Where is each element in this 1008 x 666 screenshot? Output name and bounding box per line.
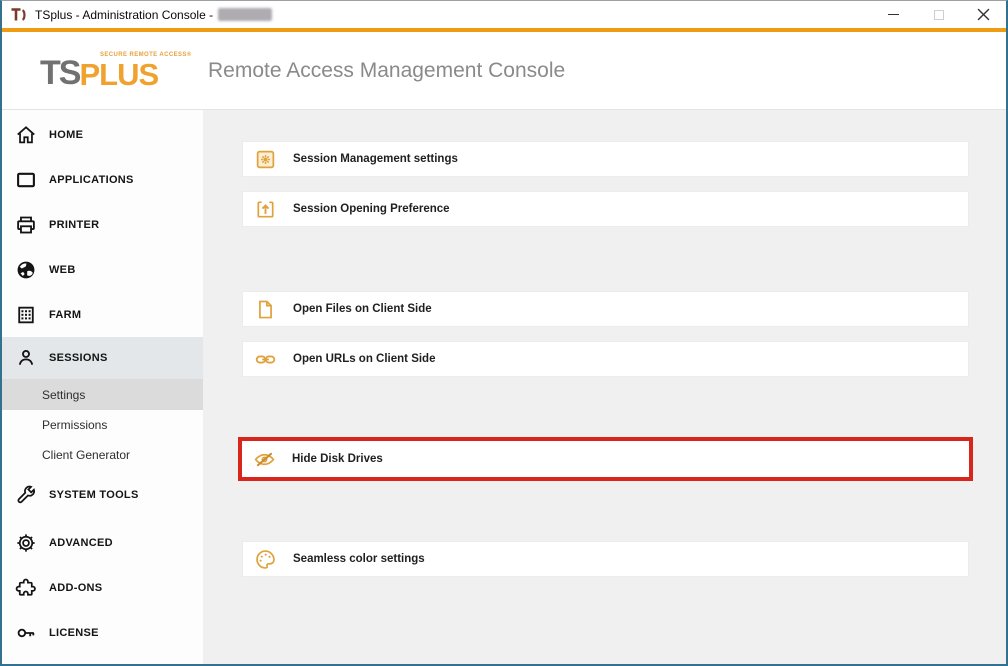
window-title: TSplus - Administration Console - bbox=[35, 8, 213, 22]
subitem-label: Permissions bbox=[42, 418, 107, 432]
sidebar-item-farm[interactable]: FARM bbox=[2, 292, 203, 337]
button-label: Open URLs on Client Side bbox=[293, 353, 435, 365]
eye-off-icon bbox=[253, 448, 276, 471]
globe-icon bbox=[15, 259, 37, 281]
session-opening-preference-button[interactable]: Session Opening Preference bbox=[242, 191, 969, 227]
minimize-icon bbox=[888, 14, 899, 15]
minimize-button[interactable] bbox=[871, 1, 916, 28]
sidebar-subitem-permissions[interactable]: Permissions bbox=[2, 410, 203, 440]
app-window: TSplus - Administration Console - SECURE… bbox=[0, 0, 1008, 666]
sidebar-item-label: ADD-ONS bbox=[49, 582, 102, 594]
sidebar-item-sessions[interactable]: SESSIONS bbox=[2, 337, 203, 379]
wrench-icon bbox=[15, 484, 37, 506]
session-management-settings-button[interactable]: Session Management settings bbox=[242, 141, 969, 177]
close-icon bbox=[977, 8, 990, 21]
subitem-label: Client Generator bbox=[42, 448, 130, 462]
sidebar-item-label: PRINTER bbox=[49, 219, 99, 231]
button-label: Session Opening Preference bbox=[293, 203, 450, 215]
sidebar-item-applications[interactable]: APPLICATIONS bbox=[2, 157, 203, 202]
sidebar-item-license[interactable]: LICENSE bbox=[2, 610, 203, 655]
sidebar-item-web[interactable]: WEB bbox=[2, 247, 203, 292]
logo-ts: TS bbox=[40, 56, 79, 90]
sidebar-subitem-client-generator[interactable]: Client Generator bbox=[2, 440, 203, 470]
redacted-server-name bbox=[218, 8, 272, 21]
sidebar: HOME APPLICATIONS PRINTER bbox=[2, 110, 203, 665]
tsplus-logo: SECURE REMOTE ACCESS® TS PLUS bbox=[40, 49, 190, 93]
gear-square-icon bbox=[254, 148, 277, 171]
sidebar-item-label: HOME bbox=[49, 129, 83, 141]
sidebar-item-label: SESSIONS bbox=[49, 352, 108, 364]
palette-icon bbox=[254, 548, 277, 571]
sidebar-item-label: LICENSE bbox=[49, 627, 99, 639]
link-icon bbox=[254, 348, 277, 371]
logo-plus: PLUS bbox=[79, 59, 158, 90]
subitem-label: Settings bbox=[42, 388, 85, 402]
button-label: Session Management settings bbox=[293, 153, 458, 165]
maximize-icon bbox=[934, 10, 944, 20]
sidebar-item-system-tools[interactable]: SYSTEM TOOLS bbox=[2, 470, 203, 520]
home-icon bbox=[15, 124, 37, 146]
seamless-color-settings-button[interactable]: Seamless color settings bbox=[242, 541, 969, 577]
close-button[interactable] bbox=[961, 1, 1006, 28]
sidebar-item-label: SYSTEM TOOLS bbox=[49, 489, 139, 501]
printer-icon bbox=[15, 214, 37, 236]
titlebar: TSplus - Administration Console - bbox=[2, 1, 1006, 28]
window-upload-icon bbox=[254, 198, 277, 221]
tsplus-app-icon bbox=[10, 7, 28, 23]
sidebar-item-label: APPLICATIONS bbox=[49, 174, 134, 186]
button-label: Hide Disk Drives bbox=[292, 453, 383, 465]
sidebar-item-add-ons[interactable]: ADD-ONS bbox=[2, 565, 203, 610]
content-panel: Session Management settings Session Open… bbox=[203, 110, 1006, 665]
sidebar-item-label: WEB bbox=[49, 264, 76, 276]
main-body: HOME APPLICATIONS PRINTER bbox=[2, 110, 1006, 665]
maximize-button[interactable] bbox=[916, 1, 961, 28]
open-files-client-side-button[interactable]: Open Files on Client Side bbox=[242, 291, 969, 327]
button-label: Seamless color settings bbox=[293, 553, 425, 565]
sidebar-item-advanced[interactable]: ADVANCED bbox=[2, 520, 203, 565]
building-icon bbox=[15, 304, 37, 326]
page-title: Remote Access Management Console bbox=[208, 59, 565, 83]
window-icon bbox=[15, 169, 37, 191]
person-icon bbox=[15, 347, 37, 369]
sidebar-item-home[interactable]: HOME bbox=[2, 112, 203, 157]
file-icon bbox=[254, 298, 277, 321]
sidebar-item-label: ADVANCED bbox=[49, 537, 113, 549]
sidebar-item-label: FARM bbox=[49, 309, 81, 321]
window-controls bbox=[871, 1, 1006, 28]
sidebar-subitem-settings[interactable]: Settings bbox=[2, 379, 203, 410]
header: SECURE REMOTE ACCESS® TS PLUS Remote Acc… bbox=[2, 32, 1006, 110]
open-urls-client-side-button[interactable]: Open URLs on Client Side bbox=[242, 341, 969, 377]
key-icon bbox=[15, 622, 37, 644]
puzzle-icon bbox=[15, 577, 37, 599]
gear-icon bbox=[15, 532, 37, 554]
hide-disk-drives-button[interactable]: Hide Disk Drives bbox=[242, 441, 969, 477]
button-label: Open Files on Client Side bbox=[293, 303, 432, 315]
sidebar-item-printer[interactable]: PRINTER bbox=[2, 202, 203, 247]
highlight-annotation: Hide Disk Drives bbox=[238, 437, 973, 481]
